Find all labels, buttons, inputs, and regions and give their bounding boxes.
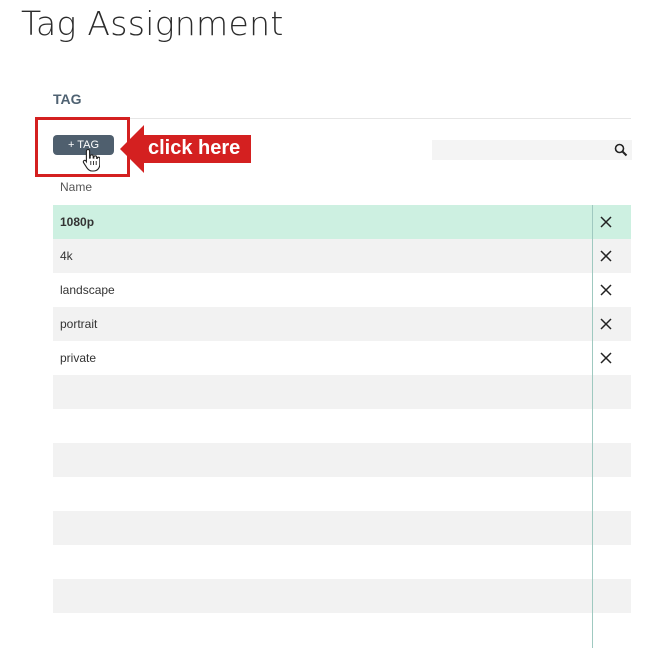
table-row[interactable]: private xyxy=(53,341,631,375)
table-row[interactable]: 4k xyxy=(53,239,631,273)
empty-row xyxy=(53,579,631,613)
empty-row xyxy=(53,511,631,545)
search-box xyxy=(432,140,632,160)
tag-table: 1080p 4k landscape portrait private xyxy=(53,205,631,613)
section-label: TAG xyxy=(53,91,82,107)
table-row[interactable]: 1080p xyxy=(53,205,631,239)
close-icon[interactable] xyxy=(599,317,613,331)
search-input[interactable] xyxy=(432,140,607,160)
empty-row xyxy=(53,477,631,511)
table-row[interactable]: portrait xyxy=(53,307,631,341)
hand-pointer-icon xyxy=(82,148,100,172)
tag-name: 1080p xyxy=(60,215,95,229)
tag-name: portrait xyxy=(60,317,98,331)
tag-name: 4k xyxy=(60,249,73,263)
close-icon[interactable] xyxy=(599,283,613,297)
close-icon[interactable] xyxy=(599,249,613,263)
empty-row xyxy=(53,545,631,579)
callout-text: click here xyxy=(148,137,241,159)
close-icon[interactable] xyxy=(599,351,613,365)
tag-name: private xyxy=(60,351,97,365)
empty-row xyxy=(53,375,631,409)
column-divider xyxy=(592,205,593,648)
table-row[interactable]: landscape xyxy=(53,273,631,307)
page-title: Tag Assignment xyxy=(21,4,284,43)
search-icon[interactable] xyxy=(614,143,628,157)
tag-name: landscape xyxy=(60,283,115,297)
section-divider xyxy=(53,118,631,119)
close-icon[interactable] xyxy=(599,215,613,229)
empty-row xyxy=(53,409,631,443)
click-here-callout: click here xyxy=(120,124,251,174)
column-header-name[interactable]: Name xyxy=(60,180,92,194)
empty-row xyxy=(53,443,631,477)
